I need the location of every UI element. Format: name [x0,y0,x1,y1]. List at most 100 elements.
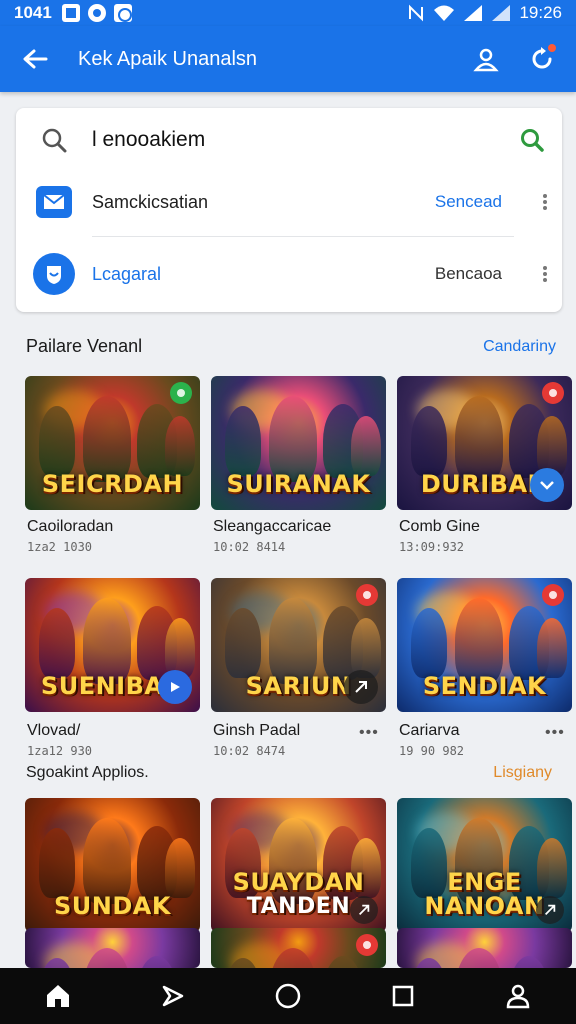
nav-profile-button[interactable] [488,968,548,1024]
status-time: 1041 [14,3,52,22]
share-button[interactable] [344,670,378,704]
nav-cast-button[interactable] [143,968,203,1024]
game-thumbnail[interactable]: SUAYDAN TANDEN [211,798,386,932]
account-button[interactable] [458,26,514,92]
character-figure [39,828,75,898]
search-card: Samckicsatian Sencead Lcagaral Bencaoa [16,108,562,312]
game-title: Cariarva [399,722,460,739]
chevron-down-icon [540,481,554,490]
badge-icon [356,584,378,606]
home-icon [46,985,69,1007]
search-submit-icon [521,129,544,152]
more-options-button[interactable] [528,192,562,212]
game-thumbnail[interactable]: DURIBAN [397,376,572,510]
section-header: Sgoakint Applios. Lisgiany [26,764,556,782]
game-title: Comb Gine [399,518,480,535]
game-thumbnail[interactable]: SARIUN [211,578,386,712]
more-vert-icon [543,194,547,210]
nav-circle-button[interactable] [258,968,318,1024]
game-subtitle: 1za12 930 [27,744,93,758]
person-icon [473,48,499,72]
badge-icon [542,584,564,606]
game-title: Ginsh Padal [213,722,301,739]
image-notification-icon [61,4,80,22]
section-title: Pailare Venanl [26,336,143,356]
game-thumbnail[interactable]: SUENIBAN [25,578,200,712]
nav-home-button[interactable] [28,968,88,1024]
game-thumbnail[interactable] [397,928,572,968]
option-label: Lcagaral [92,263,162,284]
character-figure [39,406,75,476]
badge-app-icon [113,4,132,22]
game-thumbnail[interactable]: SUNDAK [25,798,200,932]
game-logo: SEICRDAH [41,470,184,498]
character-figure [165,416,195,476]
game-title: Sleangaccaricae [213,518,332,535]
play-button[interactable] [158,670,192,704]
share-icon [545,904,556,915]
share-icon [355,681,367,693]
game-title: Vlovad/ [27,722,81,739]
circle-home-icon [275,983,301,1009]
option-action-link[interactable]: Sencead [435,192,502,212]
share-button[interactable] [536,896,564,924]
game-thumbnail[interactable]: SEICRDAH [25,376,200,510]
character-figure [411,608,447,678]
game-logo: SUNDAK [54,892,171,920]
game-logo: SENDIAK [422,672,547,700]
search-bar [16,108,562,172]
character-figure [39,608,75,678]
game-thumbnail[interactable]: ENGE NANOAN [397,798,572,932]
play-icon [171,682,180,692]
search-submit-button[interactable] [502,127,562,153]
more-options-icon[interactable]: ••• [359,724,379,742]
game-subtitle: 10:02 8414 [213,540,286,554]
signal-icon-2 [492,5,511,21]
game-logo: SUIRANAK [226,470,371,498]
more-vert-icon [543,266,547,282]
card-divider [92,236,514,237]
page-title: Kek Apaik Unanalsn [78,47,258,70]
wifi-icon [434,5,455,21]
game-thumbnail[interactable]: SENDIAK [397,578,572,712]
character-figure [225,406,261,476]
badge-icon [356,934,378,956]
circle-app-icon [87,4,106,22]
signal-icon [464,5,483,21]
refresh-button[interactable] [514,26,570,92]
option-row-1[interactable]: Samckicsatian Sencead [16,168,562,236]
back-button[interactable] [0,26,70,92]
character-figure [537,618,567,678]
character-figure [537,416,567,476]
game-subtitle: 1za2 1030 [27,540,93,554]
badge-icon [170,382,192,404]
status-clock: 19:26 [519,3,562,22]
character-figure [165,618,195,678]
more-options-button[interactable] [528,264,562,284]
app-bar: Kek Apaik Unanalsn [0,26,576,92]
share-button[interactable] [350,896,378,924]
game-subtitle: 13:09:932 [399,540,465,554]
square-recent-icon [392,985,414,1007]
section-link[interactable]: Lisgiany [493,764,552,782]
game-thumbnail[interactable]: SUIRANAK [211,376,386,510]
more-options-icon[interactable]: ••• [545,724,565,742]
share-icon [359,904,370,915]
option-row-2[interactable]: Lcagaral Bencaoa [16,240,562,308]
shield-icon [33,253,75,295]
character-figure [351,618,381,678]
search-input[interactable] [92,128,502,152]
game-thumbnail[interactable] [211,928,386,968]
section-title: Sgoakint Applios. [26,764,149,781]
character-figure [351,416,381,476]
nav-recent-button[interactable] [373,968,433,1024]
expand-button[interactable] [530,468,564,502]
game-thumbnail[interactable] [25,928,200,968]
section-link[interactable]: Candariny [483,338,556,356]
nfc-icon [409,4,424,22]
character-figure [411,406,447,476]
game-subtitle: 19 90 982 [399,744,465,758]
option-action-link[interactable]: Bencaoa [435,264,502,284]
character-figure [225,608,261,678]
option-label: Samckicsatian [92,191,209,212]
